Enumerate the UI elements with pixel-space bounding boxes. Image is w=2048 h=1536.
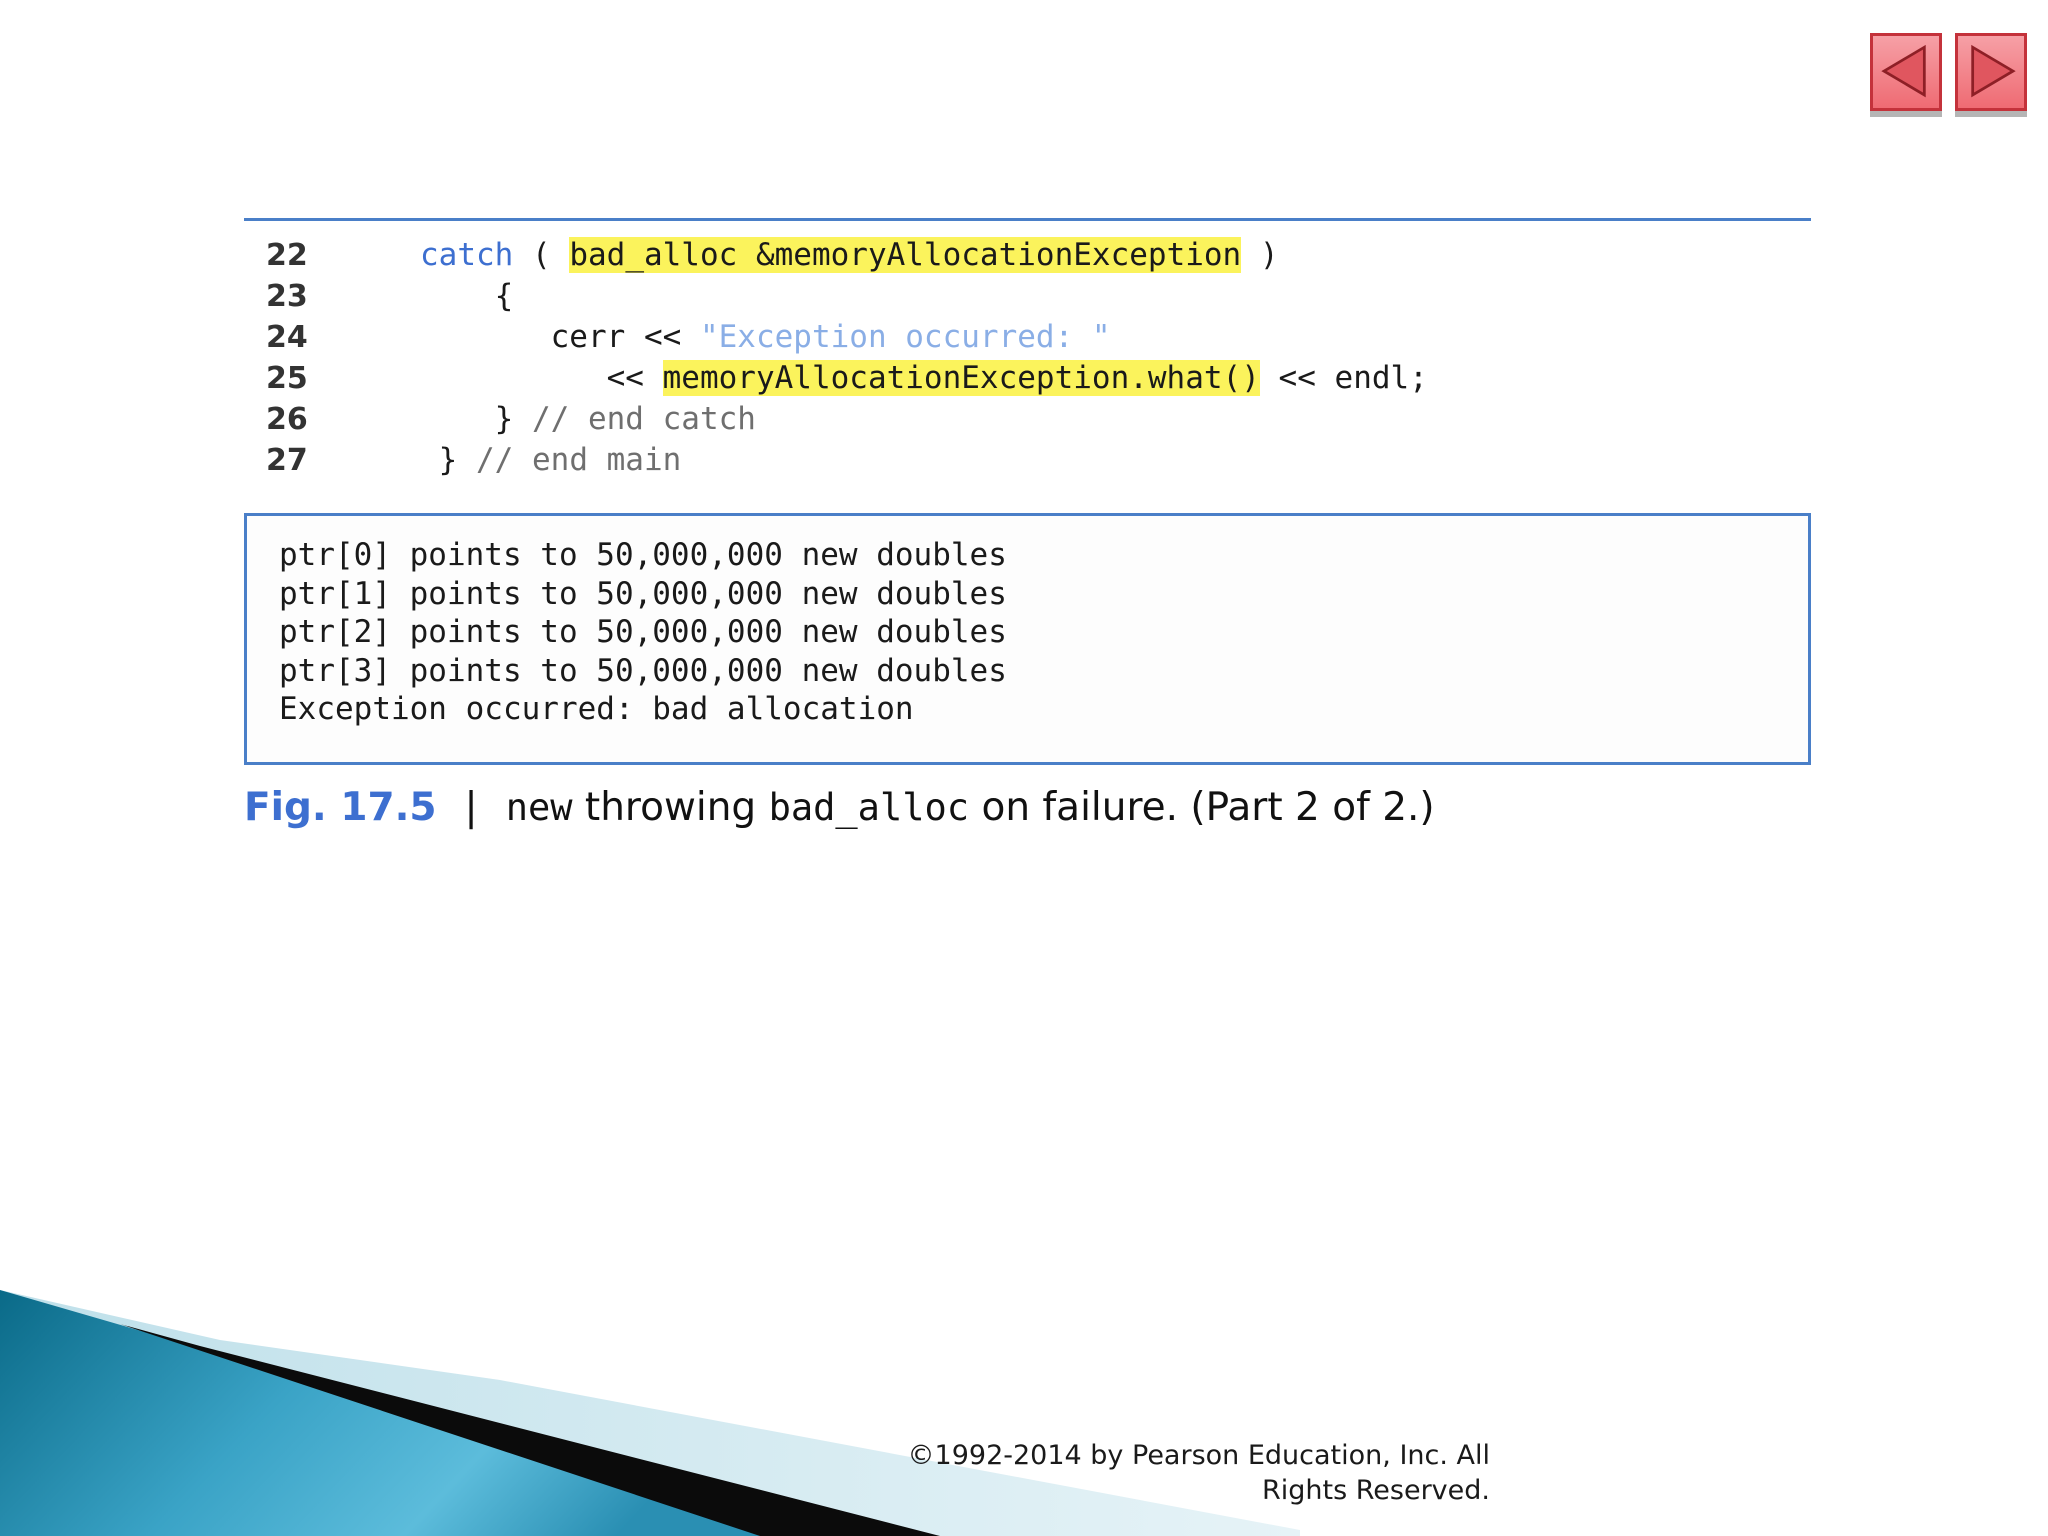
line-number: 26: [266, 402, 308, 437]
code-line: 22 catch ( bad_alloc &memoryAllocationEx…: [244, 235, 1811, 276]
code-listing: 22 catch ( bad_alloc &memoryAllocationEx…: [244, 235, 1811, 481]
previous-slide-button[interactable]: [1870, 33, 1942, 111]
highlighted-code: bad_alloc &memoryAllocationException: [569, 237, 1242, 273]
output-line: ptr[3] points to 50,000,000 new doubles: [279, 652, 1007, 689]
code-line: 23 {: [244, 276, 1811, 317]
output-line: Exception occurred: bad allocation: [279, 691, 914, 727]
caption-separator: |: [464, 785, 478, 830]
triangle-left-icon: [1881, 44, 1926, 98]
caption-code-bad-alloc: bad_alloc: [768, 786, 970, 829]
program-output-box: ptr[0] points to 50,000,000 new doubles …: [244, 513, 1811, 765]
caption-code-new: new: [505, 786, 573, 829]
keyword: catch: [420, 237, 514, 273]
string-literal: "Exception occurred: ": [699, 319, 1111, 355]
code-line: 24 cerr << "Exception occurred: ": [244, 317, 1811, 358]
output-line: ptr[0] points to 50,000,000 new doubles: [279, 537, 1007, 573]
line-number: 24: [266, 320, 308, 355]
triangle-right-icon: [1971, 44, 2016, 98]
code-comment: // end main: [476, 442, 682, 478]
figure-label: Fig. 17.5: [244, 785, 437, 830]
output-line: ptr[1] points to 50,000,000 new doubles: [279, 575, 1007, 612]
line-number: 22: [266, 238, 308, 273]
code-comment: // end catch: [531, 401, 756, 437]
code-line: 25 << memoryAllocationException.what() <…: [244, 358, 1811, 399]
next-slide-button[interactable]: [1955, 33, 2027, 111]
code-line: 27 } // end main: [244, 440, 1811, 481]
highlighted-code: memoryAllocationException.what(): [662, 360, 1260, 396]
copyright-notice: ©1992-2014 by Pearson Education, Inc. Al…: [907, 1440, 1490, 1506]
line-number: 27: [266, 443, 308, 478]
code-top-rule: [244, 218, 1811, 221]
figure-caption: Fig. 17.5 | new throwing bad_alloc on fail…: [244, 785, 1435, 830]
output-line: ptr[2] points to 50,000,000 new doubles: [279, 614, 1007, 650]
line-number: 25: [266, 361, 308, 396]
line-number: 23: [266, 279, 308, 314]
code-line: 26 } // end catch: [244, 399, 1811, 440]
